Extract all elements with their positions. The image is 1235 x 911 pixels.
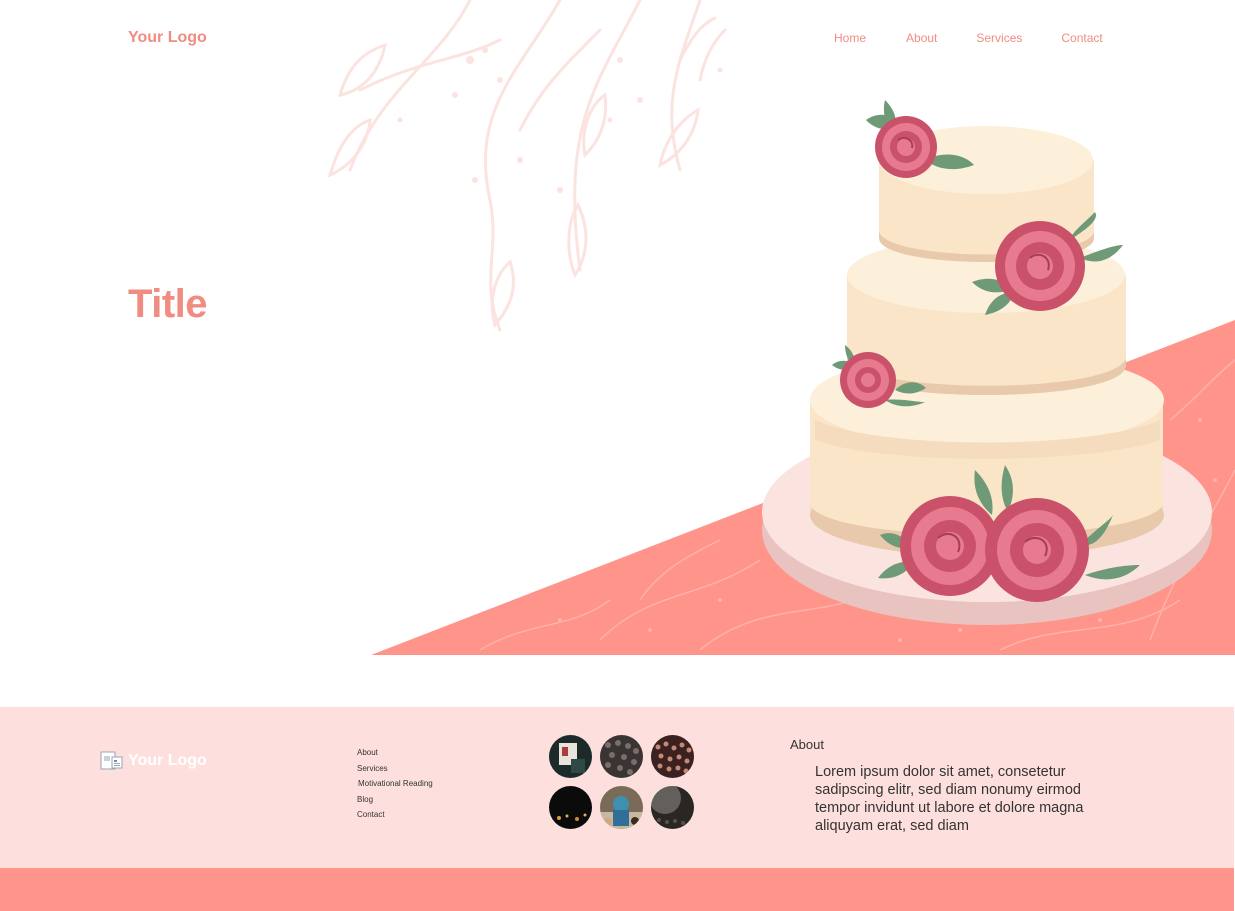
gallery-photo[interactable] — [600, 735, 643, 778]
hero-illustration — [327, 0, 1235, 655]
gallery-photo[interactable] — [549, 786, 592, 829]
gallery-photo[interactable] — [549, 735, 592, 778]
footer-about-text: Lorem ipsum dolor sit amet, consetetur s… — [815, 764, 1084, 834]
nav-home[interactable]: Home — [834, 31, 866, 45]
vine-decoration — [327, 0, 727, 332]
gallery-photo[interactable] — [600, 786, 643, 829]
nav-about[interactable]: About — [906, 31, 937, 45]
footer-logo[interactable]: Your Logo — [100, 751, 207, 771]
rose-small — [840, 352, 896, 408]
footer: Your Logo About Services Motivational Re… — [0, 707, 1234, 868]
rose-middle — [995, 221, 1085, 311]
hero-title: Title — [128, 282, 208, 326]
photo-gallery — [549, 735, 695, 829]
hero-section: Your Logo Home About Services Contact Ti… — [0, 0, 1235, 655]
rose-bottom-left — [900, 496, 1000, 596]
footer-link-about[interactable]: About — [357, 747, 433, 763]
rose-top — [875, 116, 937, 178]
footer-link-contact[interactable]: Contact — [357, 809, 433, 825]
main-nav: Home About Services Contact — [834, 31, 1103, 45]
footer-links: About Services Motivational Reading Blog… — [357, 747, 433, 825]
nav-contact[interactable]: Contact — [1061, 31, 1102, 45]
broken-image-icon — [100, 751, 123, 770]
footer-bottom-bar — [0, 868, 1234, 911]
footer-link-motivational-reading[interactable]: Motivational Reading — [357, 778, 433, 794]
header-logo[interactable]: Your Logo — [128, 29, 207, 47]
footer-link-blog[interactable]: Blog — [357, 794, 433, 810]
footer-about-title: About — [790, 737, 824, 752]
footer-logo-text: Your Logo — [128, 752, 207, 769]
gallery-photo[interactable] — [651, 786, 694, 829]
gallery-photo[interactable] — [651, 735, 694, 778]
rose-bottom-right — [985, 498, 1089, 602]
nav-services[interactable]: Services — [976, 31, 1022, 45]
footer-link-services[interactable]: Services — [357, 763, 433, 779]
